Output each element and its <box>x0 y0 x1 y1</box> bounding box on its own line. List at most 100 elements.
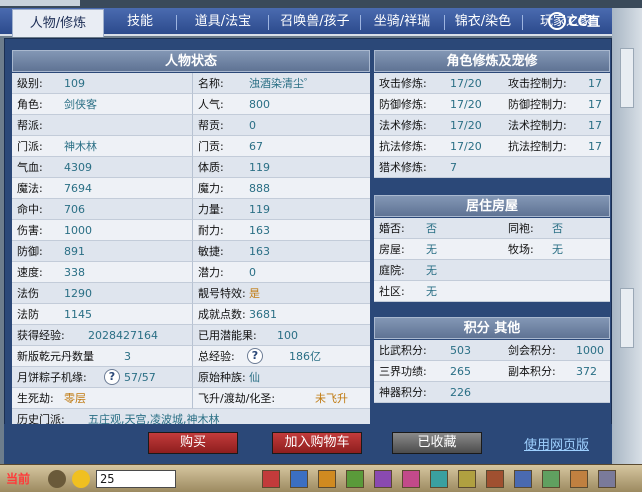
tab-separator <box>444 15 445 30</box>
status-cell: 魔法: 7694 <box>12 178 192 199</box>
toolbar-icon-3[interactable] <box>318 470 336 488</box>
status-label: 总经验: <box>198 350 235 363</box>
toolbar-icon-6[interactable] <box>402 470 420 488</box>
cultivation-row: 抗法修炼: 17/20 抗法控制力: 17 <box>374 136 610 157</box>
toolbar-icon-12[interactable] <box>570 470 588 488</box>
status-cell: 获得经验: 2028427164 <box>12 325 192 346</box>
status-value: 3 <box>124 350 131 363</box>
status-cell: 生死劫: 零层 <box>12 388 192 409</box>
cultivation-value: 17 <box>588 98 602 111</box>
housing-value: 否 <box>552 222 563 235</box>
status-value: 800 <box>249 98 270 111</box>
status-cell: 体质: 119 <box>192 157 370 178</box>
status-label: 帮派: <box>17 119 43 132</box>
cultivation-label: 法术控制力: <box>508 119 567 132</box>
status-value: 109 <box>64 77 85 90</box>
status-cell: 角色: 剑侠客 <box>12 94 192 115</box>
section-title-points: 积分 其他 <box>374 317 610 339</box>
tab-pets[interactable]: 召唤兽/孩子 <box>272 8 358 36</box>
cultivation-label: 防御控制力: <box>508 98 567 111</box>
tab-items[interactable]: 道具/法宝 <box>182 8 264 36</box>
microphone-icon[interactable] <box>48 470 66 488</box>
status-label: 新版乾元丹数量 <box>17 350 94 363</box>
favorited-button[interactable]: 已收藏 <box>392 432 482 454</box>
status-label: 敏捷: <box>198 245 224 258</box>
cc-logo-icon <box>548 12 566 30</box>
status-cell: 名称: 浊酒染清尘゜ <box>192 73 370 94</box>
tab-mounts[interactable]: 坐骑/祥瑞 <box>362 8 442 36</box>
channel-current[interactable]: 当前 <box>6 469 30 489</box>
help-icon[interactable]: ? <box>247 348 263 364</box>
cc-live-logo: CC直播 <box>548 11 612 54</box>
status-label: 耐力: <box>198 224 224 237</box>
toolbar-icon-8[interactable] <box>458 470 476 488</box>
points-row: 三界功绩: 265 副本积分: 372 <box>374 361 610 382</box>
toolbar-icon-7[interactable] <box>430 470 448 488</box>
toolbar-icon-4[interactable] <box>346 470 364 488</box>
tab-separator <box>176 15 177 30</box>
status-cell: 门贡: 67 <box>192 136 370 157</box>
top-strip-highlight <box>0 0 80 6</box>
status-value: 163 <box>249 224 270 237</box>
cultivation-label: 法术修炼: <box>379 119 427 132</box>
status-label: 体质: <box>198 161 224 174</box>
status-label: 门贡: <box>198 140 224 153</box>
toolbar-icon-13[interactable] <box>598 470 616 488</box>
right-background <box>612 8 642 464</box>
status-cell: 级别: 109 <box>12 73 192 94</box>
cultivation-row: 防御修炼: 17/20 防御控制力: 17 <box>374 94 610 115</box>
housing-label: 牧场: <box>508 243 534 256</box>
housing-value: 无 <box>552 243 563 256</box>
toolbar-icon-2[interactable] <box>290 470 308 488</box>
tab-outfits[interactable]: 锦衣/染色 <box>446 8 520 36</box>
cultivation-label: 抗法控制力: <box>508 140 567 153</box>
status-cell: 法伤 1290 <box>12 283 192 304</box>
status-value: 浊酒染清尘゜ <box>249 77 315 90</box>
cultivation-label: 猎术修炼: <box>379 161 427 174</box>
toolbar-icon-5[interactable] <box>374 470 392 488</box>
tab-character[interactable]: 人物/修炼 <box>12 9 104 37</box>
status-label: 飞升/渡劫/化圣: <box>198 392 276 405</box>
housing-row: 庭院: 无 <box>374 260 610 281</box>
status-cell: 成就点数: 3681 <box>192 304 370 325</box>
status-value: 4309 <box>64 161 92 174</box>
housing-value: 无 <box>426 243 437 256</box>
status-value: 1000 <box>64 224 92 237</box>
status-label: 命中: <box>17 203 43 216</box>
toolbar-icon-1[interactable] <box>262 470 280 488</box>
status-value: 神木林 <box>64 140 97 153</box>
status-cell: 月饼粽子机缘:? 57/57 <box>12 367 192 388</box>
scrollbar-thumb[interactable] <box>620 48 634 108</box>
status-label: 门派: <box>17 140 43 153</box>
toolbar-icon-9[interactable] <box>486 470 504 488</box>
points-value: 226 <box>450 386 471 399</box>
status-label: 获得经验: <box>17 329 65 342</box>
bottom-bar: 当前 25 <box>0 464 642 492</box>
toolbar-icon-11[interactable] <box>542 470 560 488</box>
web-version-link[interactable]: 使用网页版 <box>524 434 589 453</box>
status-value: 67 <box>249 140 263 153</box>
status-label: 气血: <box>17 161 43 174</box>
emoji-icon[interactable] <box>72 470 90 488</box>
toolbar-icon-10[interactable] <box>514 470 532 488</box>
buy-button[interactable]: 购买 <box>148 432 238 454</box>
housing-label: 庭院: <box>379 264 405 277</box>
tab-bar: 人物/修炼 技能 道具/法宝 召唤兽/孩子 坐骑/祥瑞 锦衣/染色 玩家之家 <box>0 8 612 37</box>
add-to-cart-button[interactable]: 加入购物车 <box>272 432 362 454</box>
tab-skills[interactable]: 技能 <box>110 8 170 36</box>
chat-input[interactable]: 25 <box>96 470 176 488</box>
cultivation-row: 攻击修炼: 17/20 攻击控制力: 17 <box>374 73 610 94</box>
status-cell: 防御: 891 <box>12 241 192 262</box>
help-icon[interactable]: ? <box>104 369 120 385</box>
scrollbar-thumb-lower[interactable] <box>620 288 634 348</box>
status-label: 原始种族: <box>198 371 246 384</box>
status-value: 1145 <box>64 308 92 321</box>
housing-value: 否 <box>426 222 437 235</box>
status-value: 100 <box>277 329 298 342</box>
housing-label: 婚否: <box>379 222 405 235</box>
status-label: 伤害: <box>17 224 43 237</box>
status-value: 2028427164 <box>88 329 158 342</box>
status-label: 生死劫: <box>17 392 54 405</box>
status-label: 成就点数: <box>198 308 246 321</box>
status-cell: 飞升/渡劫/化圣: 未飞升 <box>192 388 370 409</box>
